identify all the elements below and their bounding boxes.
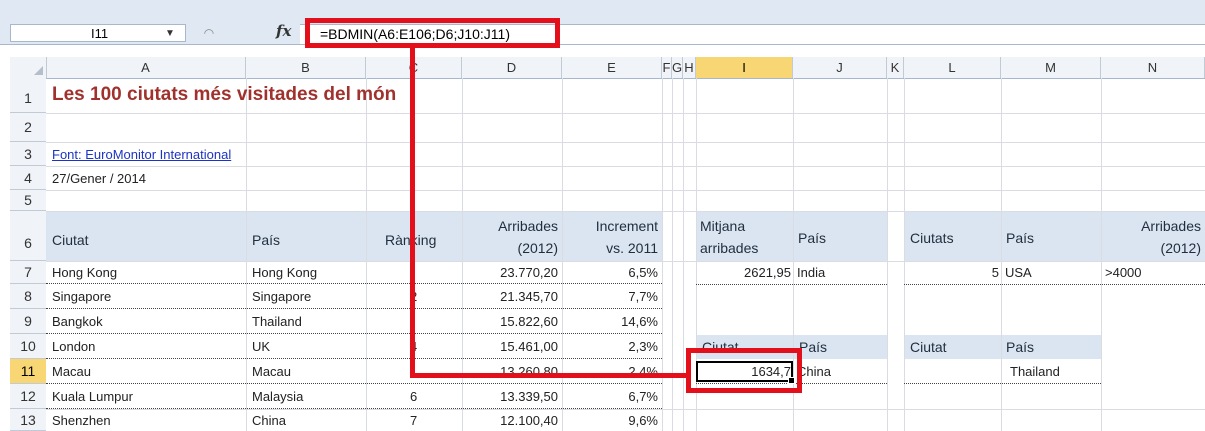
criteria-header-pais[interactable]: País <box>798 230 826 246</box>
criteria-header-ciutat[interactable]: Ciutat <box>910 339 947 355</box>
cell-increment[interactable]: 2,3% <box>562 339 658 354</box>
cell-arribades[interactable]: 15.461,00 <box>462 339 558 354</box>
header-arribades-year: (2012) <box>517 240 558 256</box>
sheet-title[interactable]: Les 100 ciutats més visitades del món <box>52 84 396 106</box>
criteria-value-pais[interactable]: Thailand <box>1010 364 1060 379</box>
column-header-j[interactable]: J <box>793 57 887 78</box>
column-header-f[interactable]: F <box>662 57 672 78</box>
row-header-8[interactable]: 8 <box>10 284 46 309</box>
annotation-connector-vertical <box>410 48 415 378</box>
column-header-k[interactable]: K <box>887 57 904 78</box>
criteria-header-pais[interactable]: País <box>1006 230 1034 246</box>
column-header-b[interactable]: B <box>246 57 366 78</box>
cell-pais[interactable]: Malaysia <box>252 389 303 404</box>
select-all-button[interactable] <box>10 57 47 78</box>
cell-arribades[interactable]: 15.822,60 <box>462 314 558 329</box>
row-header-13[interactable]: 13 <box>10 409 46 431</box>
column-header-l[interactable]: L <box>904 57 1001 78</box>
row-header-9[interactable]: 9 <box>10 309 46 334</box>
row-header-10[interactable]: 10 <box>10 334 46 359</box>
cell-pais[interactable]: UK <box>252 339 270 354</box>
header-increment-year: vs. 2011 <box>606 240 658 256</box>
column-header-a[interactable]: A <box>46 57 246 78</box>
criteria-header-pais[interactable]: País <box>799 339 827 355</box>
criteria-header-arribades: arribades <box>700 240 759 256</box>
row-header-6[interactable]: 6 <box>10 211 46 261</box>
row-header-7[interactable]: 7 <box>10 261 46 284</box>
cell-ciutat[interactable]: Bangkok <box>52 314 103 329</box>
criteria-header-arribades[interactable]: Arribades <box>1101 218 1201 234</box>
cell-increment[interactable]: 9,6% <box>562 413 658 428</box>
result-value-i11[interactable]: 1634,7 <box>696 364 791 379</box>
cell-arribades[interactable]: 13.339,50 <box>462 389 558 404</box>
cell-ciutat[interactable]: Hong Kong <box>52 265 117 280</box>
criteria-value-pais[interactable]: USA <box>1005 265 1032 280</box>
column-header-d[interactable]: D <box>462 57 562 78</box>
criteria-header-pais[interactable]: País <box>1006 339 1034 355</box>
column-header-i[interactable]: I <box>696 57 793 78</box>
cell-ciutat[interactable]: Singapore <box>52 289 111 304</box>
formula-text[interactable]: =BDMIN(A6:E106;D6;J10:J11) <box>320 26 510 42</box>
cell-ciutat[interactable]: London <box>52 339 95 354</box>
criteria-value-pais[interactable]: India <box>797 265 825 280</box>
column-header-m[interactable]: M <box>1001 57 1101 78</box>
row-header-12[interactable]: 12 <box>10 384 46 409</box>
cell-increment[interactable]: 7,7% <box>562 289 658 304</box>
insert-function-icon[interactable]: fx <box>276 22 300 40</box>
source-link[interactable]: Font: EuroMonitor International <box>52 147 231 162</box>
cell-increment[interactable]: 14,6% <box>562 314 658 329</box>
cell-pais[interactable]: Thailand <box>252 314 302 329</box>
cell-increment[interactable]: 6,7% <box>562 389 658 404</box>
row-header-4[interactable]: 4 <box>10 166 46 190</box>
cell-ciutat[interactable]: Macau <box>52 364 91 379</box>
criteria-value-ciutats[interactable]: 5 <box>904 265 999 280</box>
criteria-value-arribades[interactable]: >4000 <box>1105 265 1142 280</box>
cell-arribades[interactable]: 12.100,40 <box>462 413 558 428</box>
header-ciutat[interactable]: Ciutat <box>52 232 89 248</box>
date-cell[interactable]: 27/Gener / 2014 <box>52 171 146 186</box>
header-arribades[interactable]: Arribades <box>462 218 558 234</box>
chevron-down-icon[interactable]: ▼ <box>165 25 175 43</box>
cancel-icon[interactable]: ◠ <box>199 24 219 42</box>
criteria-value-mitjana[interactable]: 2621,95 <box>696 265 791 280</box>
cell-arribades[interactable]: 23.770,20 <box>462 265 558 280</box>
row-header-3[interactable]: 3 <box>10 142 46 166</box>
column-header-g[interactable]: G <box>672 57 683 78</box>
criteria-header-mitjana[interactable]: Mitjana <box>700 218 745 234</box>
cell-ranking[interactable]: 7 <box>410 413 417 428</box>
criteria-header-arribades-year: (2012) <box>1160 240 1201 256</box>
cell-arribades[interactable]: 21.345,70 <box>462 289 558 304</box>
row-header-1[interactable]: 1 <box>10 78 46 113</box>
criteria-header-ciutats[interactable]: Ciutats <box>910 230 954 246</box>
cell-ranking[interactable]: 6 <box>410 389 417 404</box>
column-header-e[interactable]: E <box>562 57 662 78</box>
criteria-header-ciutat[interactable]: Ciutat <box>702 339 739 355</box>
header-increment[interactable]: Increment <box>562 218 658 234</box>
header-pais[interactable]: País <box>252 232 280 248</box>
criteria-value-pais[interactable]: China <box>797 364 831 379</box>
column-header-h[interactable]: H <box>683 57 696 78</box>
name-box[interactable]: I11 ▼ <box>10 24 186 42</box>
cell-pais[interactable]: Singapore <box>252 289 311 304</box>
name-box-value: I11 <box>91 26 109 41</box>
cell-ciutat[interactable]: Shenzhen <box>52 413 111 428</box>
row-header-11[interactable]: 11 <box>10 359 46 384</box>
cell-increment[interactable]: 6,5% <box>562 265 658 280</box>
cell-pais[interactable]: Macau <box>252 364 291 379</box>
row-header-5[interactable]: 5 <box>10 190 46 211</box>
cell-ciutat[interactable]: Kuala Lumpur <box>52 389 133 404</box>
row-header-2[interactable]: 2 <box>10 113 46 142</box>
column-header-n[interactable]: N <box>1101 57 1205 78</box>
cell-pais[interactable]: China <box>252 413 286 428</box>
cell-pais[interactable]: Hong Kong <box>252 265 317 280</box>
annotation-connector-horizontal <box>410 373 688 378</box>
